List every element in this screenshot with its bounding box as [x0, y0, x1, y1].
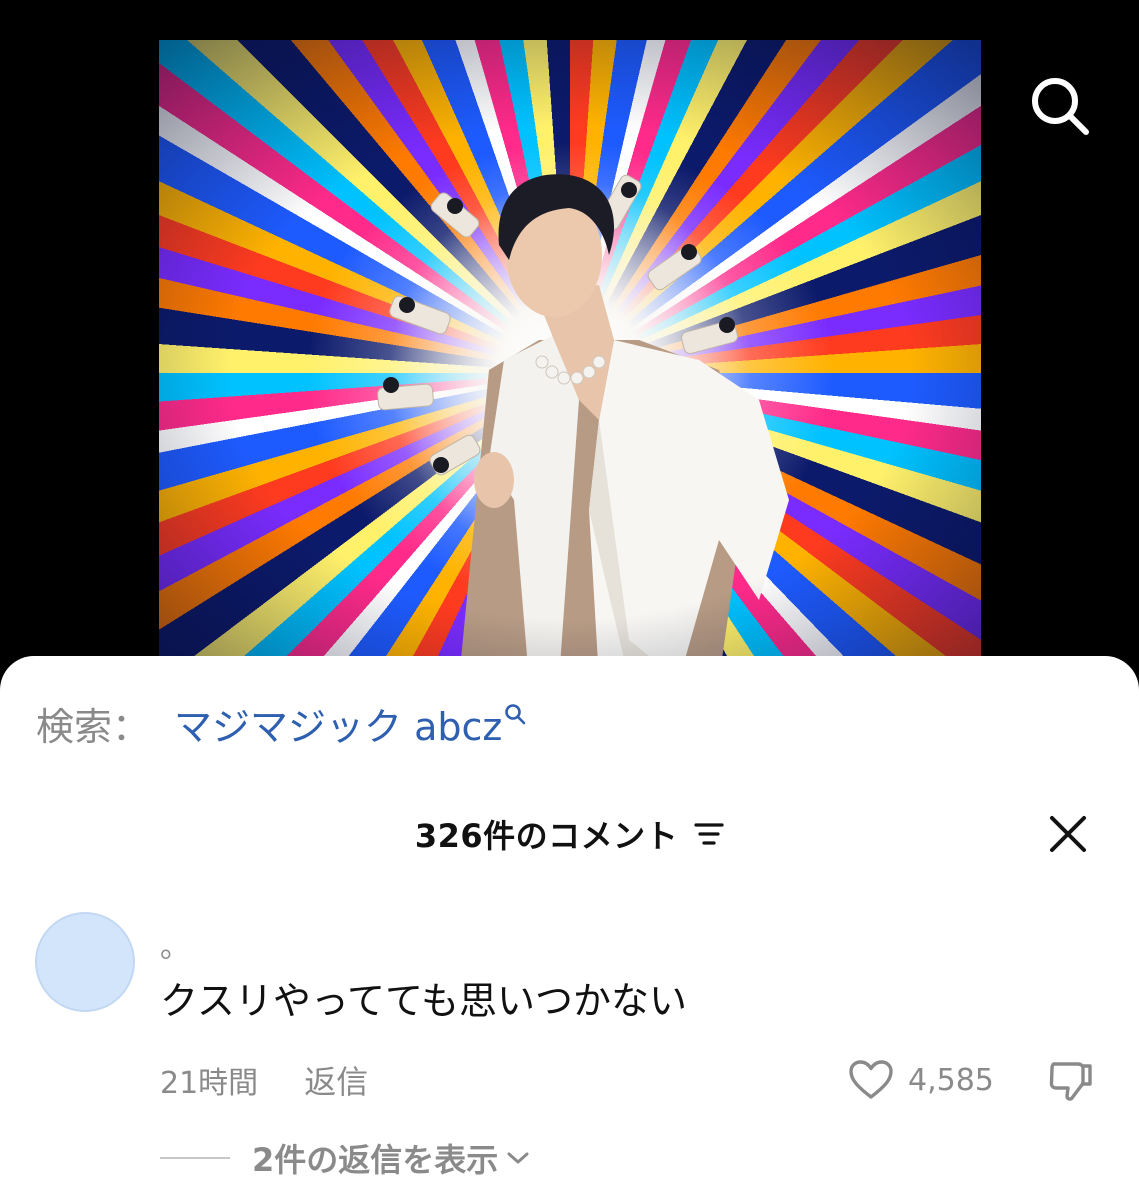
comment-item: 。 クスリやってても思いつかない 21時間 返信 4,585 2件の返信を表示: [0, 912, 1139, 1200]
heart-outline-icon: [849, 1060, 893, 1099]
sort-icon: [694, 823, 724, 845]
close-icon: [1050, 816, 1086, 852]
search-button[interactable]: [1026, 72, 1094, 140]
comment-count: 326件のコメント: [414, 817, 679, 855]
search-query-link[interactable]: マジマジック abcz: [174, 696, 502, 751]
search-icon[interactable]: [504, 690, 526, 734]
search-prefix: 検索：: [36, 704, 151, 749]
like-button[interactable]: 4,585: [848, 1056, 994, 1104]
reply-button[interactable]: 返信: [304, 1057, 368, 1103]
replies-divider-line: [160, 1157, 230, 1159]
chevron-down-icon: [506, 1150, 530, 1166]
comment-username[interactable]: 。: [160, 922, 190, 966]
view-replies-label: 2件の返信を表示: [252, 1141, 499, 1179]
video-player[interactable]: [159, 40, 981, 680]
comment-meta: 21時間 返信: [160, 1058, 368, 1102]
comments-sheet: 検索： マジマジック abcz 326件のコメント 。 クスリやってても思いつか…: [0, 656, 1139, 1200]
like-count: 4,585: [908, 1062, 994, 1098]
related-search: 検索： マジマジック abcz: [36, 696, 526, 751]
search-icon: [1032, 78, 1089, 135]
avatar[interactable]: [35, 912, 135, 1012]
close-button[interactable]: [1040, 806, 1096, 862]
sort-button[interactable]: [694, 820, 724, 848]
comment-timestamp: 21時間: [160, 1066, 259, 1101]
view-replies-button[interactable]: 2件の返信を表示: [160, 1136, 530, 1180]
thumbs-down-icon: [1049, 1062, 1092, 1101]
comments-header: 326件のコメント: [0, 806, 1139, 862]
app-screen: 検索： マジマジック abcz 326件のコメント 。 クスリやってても思いつか…: [0, 0, 1139, 1200]
video-vignette: [159, 40, 981, 680]
dislike-button[interactable]: [1044, 1054, 1096, 1106]
comment-text: クスリやってても思いつかない: [160, 979, 688, 1023]
